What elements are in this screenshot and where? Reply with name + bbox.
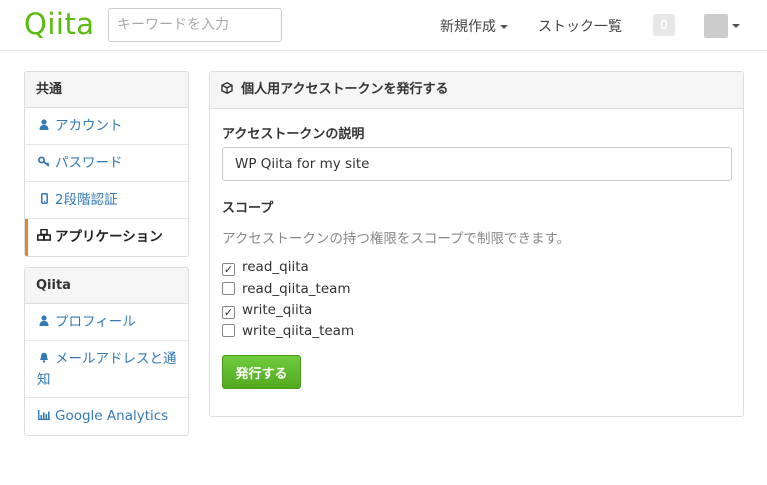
- sidebar-item-two-factor[interactable]: 2段階認証: [25, 182, 188, 219]
- key-icon: [37, 146, 51, 182]
- description-label: アクセストークンの説明: [222, 127, 365, 142]
- sidebar-item-applications[interactable]: アプリケーション: [25, 219, 188, 256]
- new-post-dropdown[interactable]: 新規作成: [440, 16, 508, 36]
- cubes-icon: [37, 220, 51, 256]
- checkbox-unchecked[interactable]: [222, 282, 235, 295]
- scope-read-qiita[interactable]: ✓ read_qiita: [222, 258, 309, 276]
- sidebar-item-password[interactable]: パスワード: [25, 145, 188, 182]
- sidebar-common-title: 共通: [25, 72, 188, 108]
- sidebar-item-google-analytics[interactable]: Google Analytics: [25, 398, 188, 435]
- scope-name: read_qiita: [242, 259, 309, 275]
- user-menu-dropdown[interactable]: [704, 14, 740, 38]
- page-title: 個人用アクセストークンを発行する: [241, 82, 449, 97]
- user-icon: [37, 305, 51, 341]
- avatar: [704, 14, 728, 38]
- sidebar-item-account[interactable]: アカウント: [25, 108, 188, 145]
- scope-write-qiita[interactable]: ✓ write_qiita: [222, 301, 312, 319]
- scope-name: write_qiita_team: [242, 323, 355, 339]
- user-icon: [37, 109, 51, 145]
- sidebar-item-label: プロフィール: [55, 314, 136, 330]
- new-post-label: 新規作成: [440, 19, 496, 35]
- top-header: Qiita 新規作成 ストック一覧 0: [0, 0, 767, 51]
- checkbox-unchecked[interactable]: [222, 324, 235, 337]
- sidebar-item-label: アプリケーション: [55, 229, 163, 245]
- sidebar-common-panel: 共通 アカウント パスワード 2段階認証 アプリケーション: [24, 71, 189, 257]
- checkbox-checked[interactable]: ✓: [222, 306, 235, 319]
- issue-token-button[interactable]: 発行する: [222, 355, 301, 389]
- scope-help-text: アクセストークンの持つ権限をスコープで制限できます。: [222, 231, 571, 247]
- sidebar-item-profile[interactable]: プロフィール: [25, 304, 188, 341]
- sidebar-item-label: 2段階認証: [55, 192, 118, 208]
- sidebar-item-label: アカウント: [55, 118, 123, 134]
- stock-list-link[interactable]: ストック一覧: [538, 16, 622, 36]
- bell-icon: [37, 350, 51, 370]
- bar-chart-icon: [37, 399, 51, 435]
- checkbox-checked[interactable]: ✓: [222, 263, 235, 276]
- scope-read-qiita-team[interactable]: read_qiita_team: [222, 280, 351, 298]
- mobile-icon: [37, 183, 51, 219]
- caret-down-icon: [500, 25, 508, 29]
- scope-name: read_qiita_team: [242, 281, 351, 297]
- cube-icon: [221, 82, 237, 97]
- sidebar-item-email-notifications[interactable]: メールアドレスと通知: [25, 341, 188, 398]
- notification-badge[interactable]: 0: [653, 14, 675, 36]
- sidebar-item-label: メールアドレスと通知: [37, 351, 177, 388]
- sidebar-item-label: パスワード: [55, 155, 123, 171]
- scope-name: write_qiita: [242, 302, 313, 318]
- qiita-logo[interactable]: Qiita: [24, 7, 95, 41]
- sidebar-item-label: Google Analytics: [55, 408, 169, 424]
- token-form-header: 個人用アクセストークンを発行する: [210, 72, 743, 109]
- sidebar-qiita-panel: Qiita プロフィール メールアドレスと通知 Google Analytics: [24, 267, 189, 436]
- scope-write-qiita-team[interactable]: write_qiita_team: [222, 322, 354, 340]
- search-input[interactable]: [108, 8, 282, 42]
- caret-down-icon: [732, 24, 740, 28]
- scope-label: スコープ: [222, 201, 274, 216]
- sidebar-qiita-title: Qiita: [25, 268, 188, 304]
- description-input[interactable]: [222, 147, 732, 181]
- token-form-panel: 個人用アクセストークンを発行する アクセストークンの説明 スコープ アクセストー…: [209, 71, 744, 417]
